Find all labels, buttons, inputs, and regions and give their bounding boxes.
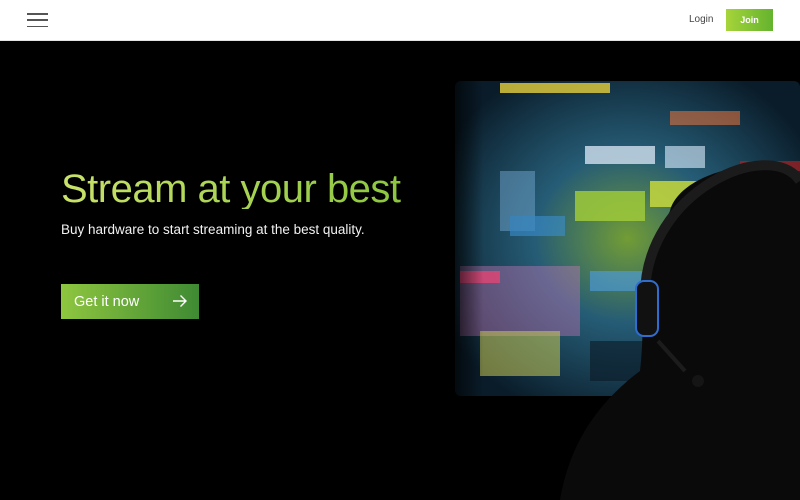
join-button[interactable]: Join — [726, 9, 773, 31]
hamburger-menu-icon[interactable] — [27, 13, 48, 27]
arrow-right-icon — [173, 295, 187, 307]
get-it-now-button[interactable]: Get it now — [61, 284, 199, 319]
hero-headline: Stream at your best — [61, 167, 401, 211]
top-navigation-bar: Login Join — [0, 0, 800, 41]
login-link[interactable]: Login — [689, 14, 713, 25]
gamer-streaming-image — [440, 41, 800, 500]
hero-subheadline: Buy hardware to start streaming at the b… — [61, 222, 365, 237]
hero-section: Stream at your best Buy hardware to star… — [0, 41, 800, 500]
cta-label: Get it now — [74, 293, 140, 310]
